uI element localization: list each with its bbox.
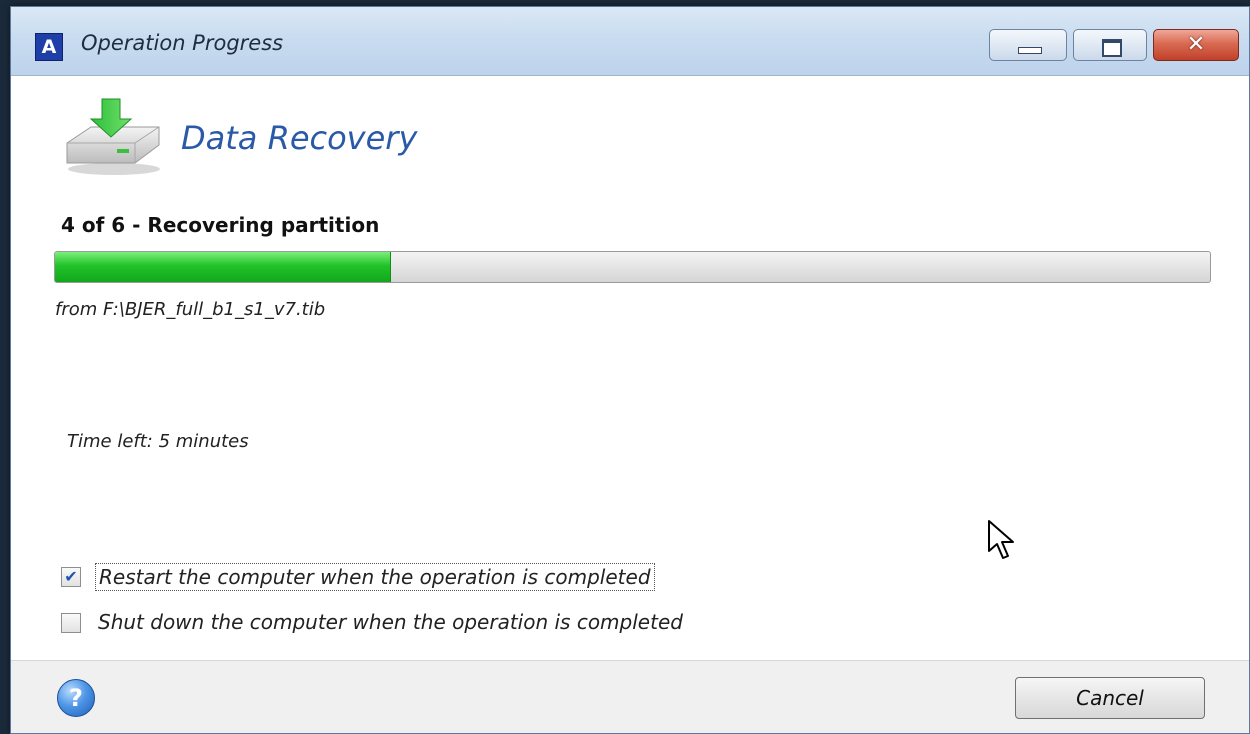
shutdown-option-label[interactable]: Shut down the computer when the operatio… <box>95 609 686 635</box>
title-bar[interactable]: A Operation Progress ✕ <box>11 7 1249 76</box>
help-icon[interactable]: ? <box>57 679 95 717</box>
restart-checkbox[interactable]: ✔ <box>61 567 81 587</box>
close-button[interactable]: ✕ <box>1153 29 1239 61</box>
dialog-footer: ? Cancel <box>11 660 1249 733</box>
shutdown-checkbox[interactable] <box>61 613 81 633</box>
progress-bar <box>54 251 1211 283</box>
maximize-icon <box>1102 39 1122 57</box>
mouse-cursor-icon <box>988 520 1014 559</box>
window-title: Operation Progress <box>81 31 284 55</box>
header-title: Data Recovery <box>181 119 418 157</box>
close-icon: ✕ <box>1186 32 1206 57</box>
app-icon: A <box>35 33 63 61</box>
restart-option-label[interactable]: Restart the computer when the operation … <box>95 563 655 591</box>
progress-bar-fill <box>55 252 391 282</box>
cancel-button[interactable]: Cancel <box>1015 677 1205 719</box>
minimize-icon <box>1018 47 1042 54</box>
maximize-button[interactable] <box>1073 29 1147 61</box>
step-text: 4 of 6 - Recovering partition <box>61 213 380 237</box>
time-left-text: Time left: 5 minutes <box>67 431 249 452</box>
hard-drive-download-icon <box>66 98 160 175</box>
operation-progress-window: A Operation Progress ✕ Data Recovery 4 o… <box>10 6 1250 734</box>
source-file-text: from F:\BJER_full_b1_s1_v7.tib <box>55 299 326 320</box>
minimize-button[interactable] <box>989 29 1067 61</box>
